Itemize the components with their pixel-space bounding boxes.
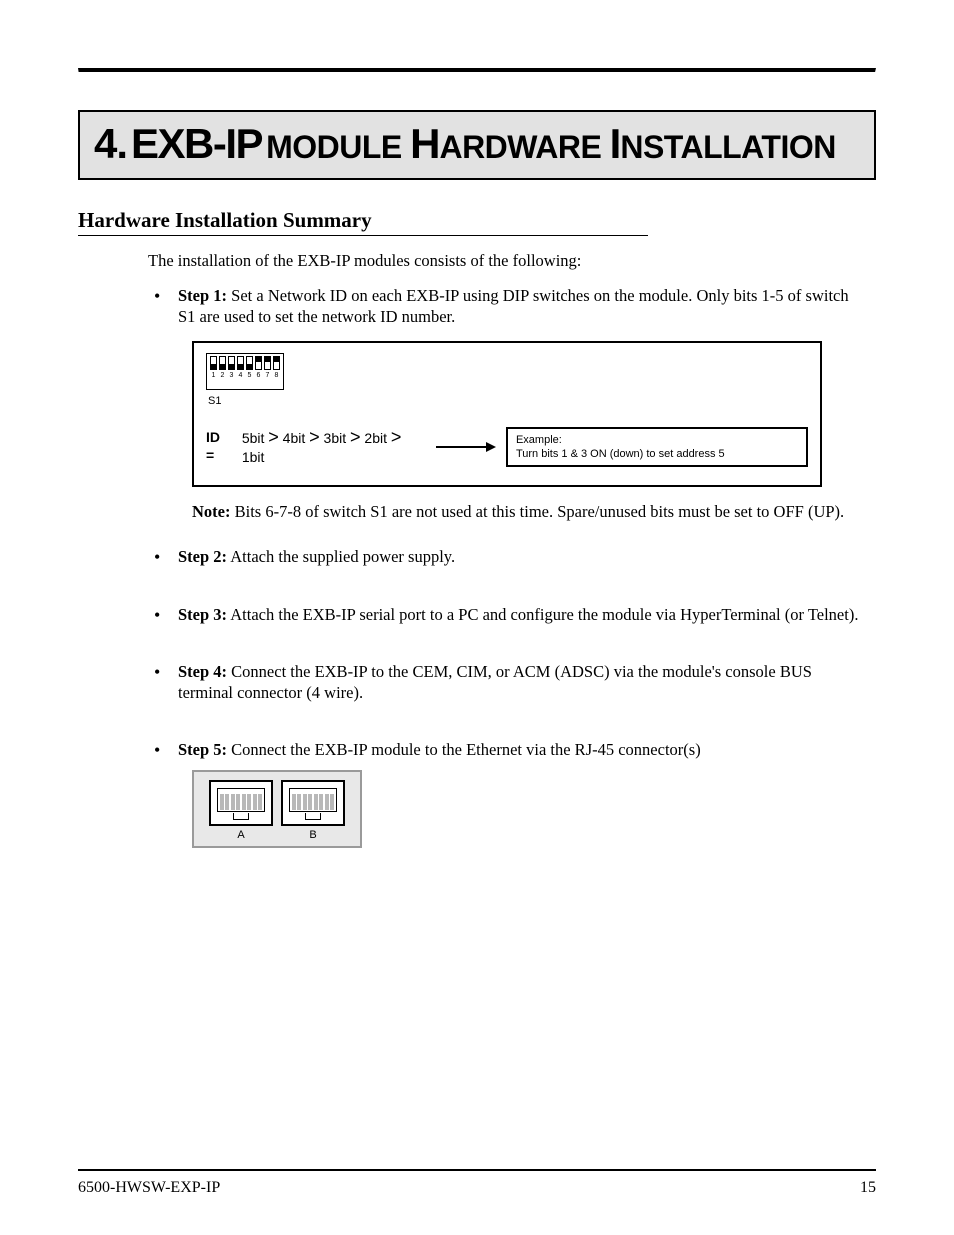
lead-paragraph: The installation of the EXB-IP modules c… — [148, 250, 866, 271]
step-body: Set a Network ID on each EXB-IP using DI… — [178, 286, 849, 326]
step-body: Attach the supplied power supply. — [227, 547, 455, 566]
dip-num: 5 — [246, 372, 253, 379]
step-2: Step 2: Attach the supplied power supply… — [148, 546, 866, 567]
dip-num: 1 — [210, 372, 217, 379]
content-block: The installation of the EXB-IP modules c… — [148, 250, 866, 848]
dip-bit-4 — [237, 356, 244, 370]
example-line-1: Example: — [516, 433, 798, 447]
section-heading: Hardware Installation Summary — [78, 208, 648, 233]
rj45-port-b — [281, 780, 345, 826]
dip-num: 7 — [264, 372, 271, 379]
dip-bit-7 — [264, 356, 271, 370]
footer-doc-id: 6500-HWSW-EXP-IP — [78, 1179, 220, 1197]
step-title: Step 2: — [178, 547, 227, 566]
step-4: Step 4: Connect the EXB-IP to the CEM, C… — [148, 661, 866, 703]
title-cap-h: H — [410, 120, 439, 167]
example-box: Example: Turn bits 1 & 3 ON (down) to se… — [506, 427, 808, 468]
step-title: Step 4: — [178, 662, 227, 681]
title-word-3: ARDWARE — [439, 129, 609, 165]
id-formula: 5bit > 4bit > 3bit > 2bit > 1bit — [242, 426, 426, 467]
example-line-2: Turn bits 1 & 3 ON (down) to set address… — [516, 447, 798, 461]
rj45-panel-icon: A B — [192, 770, 362, 848]
page-footer: 6500-HWSW-EXP-IP 15 — [78, 1179, 876, 1197]
id-formula-row: ID = 5bit > 4bit > 3bit > 2bit > 1bit Ex… — [206, 426, 808, 467]
step-list: Step 1: Set a Network ID on each EXB-IP … — [148, 285, 866, 848]
rj-label-b: B — [281, 828, 345, 842]
note-body: Bits 6-7-8 of switch S1 are not used at … — [230, 502, 844, 521]
dip-num: 2 — [219, 372, 226, 379]
step-title: Step 1: — [178, 286, 227, 305]
dip-switch-icon: 1 2 3 4 5 6 7 8 — [206, 353, 284, 390]
dip-num: 8 — [273, 372, 280, 379]
footer-page-number: 15 — [860, 1179, 876, 1197]
rj-label-a: A — [209, 828, 273, 842]
arrow-icon — [436, 440, 496, 454]
title-word-4: NSTALLATION — [620, 129, 836, 165]
id-label: ID = — [206, 429, 232, 465]
title-number: 4. — [94, 120, 127, 167]
rj45-port-a — [209, 780, 273, 826]
dip-bit-3 — [228, 356, 235, 370]
step-title: Step 5: — [178, 740, 227, 759]
chapter-title-box: 4. EXB-IP MODULE HARDWARE INSTALLATION — [78, 110, 876, 180]
dip-num: 3 — [228, 372, 235, 379]
dip-bit-2 — [219, 356, 226, 370]
note: Note: Bits 6-7-8 of switch S1 are not us… — [192, 501, 866, 522]
dip-bit-5 — [246, 356, 253, 370]
step-body: Connect the EXB-IP to the CEM, CIM, or A… — [178, 662, 812, 702]
page: 4. EXB-IP MODULE HARDWARE INSTALLATION H… — [0, 0, 954, 1235]
rule-bottom — [78, 1169, 876, 1171]
title-word-2: MODULE — [266, 129, 410, 165]
rule-top — [78, 68, 876, 72]
step-body: Connect the EXB-IP module to the Etherne… — [227, 740, 701, 759]
dip-num: 4 — [237, 372, 244, 379]
dip-bit-1 — [210, 356, 217, 370]
section-underline: Hardware Installation Summary — [78, 208, 648, 236]
dip-diagram: 1 2 3 4 5 6 7 8 S1 — [192, 341, 822, 487]
dip-num: 6 — [255, 372, 262, 379]
dip-bit-6 — [255, 356, 262, 370]
dip-caption: S1 — [208, 394, 284, 408]
title-word-1: EXB-IP — [131, 120, 262, 167]
dip-bit-8 — [273, 356, 280, 370]
step-3: Step 3: Attach the EXB-IP serial port to… — [148, 604, 866, 625]
step-5: Step 5: Connect the EXB-IP module to the… — [148, 739, 866, 848]
note-label: Note: — [192, 502, 230, 521]
step-body: Attach the EXB-IP serial port to a PC an… — [227, 605, 858, 624]
step-title: Step 3: — [178, 605, 227, 624]
step-1: Step 1: Set a Network ID on each EXB-IP … — [148, 285, 866, 522]
title-cap-i: I — [610, 120, 621, 167]
